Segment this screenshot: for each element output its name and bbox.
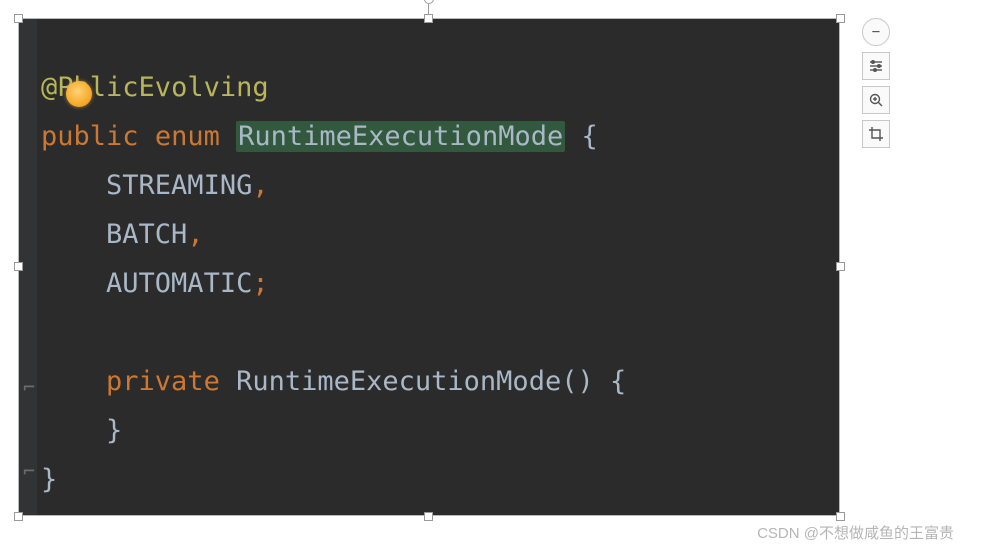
- collapse-button[interactable]: −: [862, 18, 890, 46]
- code-editor-frame: ⌐ ⌐ @PblicEvolving public enum RuntimeEx…: [18, 18, 840, 516]
- zoom-button[interactable]: [862, 86, 890, 114]
- resize-handle-mr[interactable]: [836, 262, 845, 271]
- kw-enum: enum: [155, 121, 220, 152]
- ctor-brace-close: }: [106, 415, 122, 446]
- enum-batch: BATCH: [106, 219, 187, 250]
- semicolon: ;: [252, 268, 268, 299]
- ctor-brace-open: {: [610, 366, 626, 397]
- watermark-text: CSDN @不想做咸鱼的王富贵: [757, 522, 954, 543]
- settings-button[interactable]: [862, 52, 890, 80]
- image-toolbar: −: [862, 18, 892, 148]
- annotation-post: blicEvolving: [74, 72, 269, 103]
- class-name: RuntimeExecutionMode: [236, 121, 565, 152]
- ctor-paren: (): [561, 366, 594, 397]
- crop-button[interactable]: [862, 120, 890, 148]
- enum-streaming: STREAMING: [106, 170, 252, 201]
- resize-handle-ml[interactable]: [14, 262, 23, 271]
- resize-handle-tr[interactable]: [836, 14, 845, 23]
- resize-handle-tm[interactable]: [424, 14, 433, 23]
- resize-handle-bl[interactable]: [14, 512, 23, 521]
- resize-handle-tl[interactable]: [14, 14, 23, 23]
- annotation-at: @: [41, 72, 57, 103]
- resize-handle-br[interactable]: [836, 512, 845, 521]
- kw-public: public: [41, 121, 139, 152]
- brace-open: {: [581, 121, 597, 152]
- sliders-icon: [868, 58, 884, 74]
- code-content: @PblicEvolving public enum RuntimeExecut…: [41, 63, 839, 515]
- rotate-handle[interactable]: [424, 0, 434, 4]
- fold-mark-bottom: ⌐: [23, 459, 35, 483]
- class-brace-close: }: [41, 464, 57, 495]
- enum-automatic: AUTOMATIC: [106, 268, 252, 299]
- comma2: ,: [187, 219, 203, 250]
- ctor-name: RuntimeExecutionMode: [236, 366, 561, 397]
- kw-private: private: [106, 366, 220, 397]
- crop-icon: [868, 126, 884, 142]
- comma1: ,: [252, 170, 268, 201]
- fold-mark-top: ⌐: [23, 375, 35, 399]
- lightbulb-icon[interactable]: [66, 81, 92, 107]
- zoom-icon: [868, 92, 884, 108]
- resize-handle-bm[interactable]: [424, 512, 433, 521]
- minus-icon: −: [872, 24, 880, 40]
